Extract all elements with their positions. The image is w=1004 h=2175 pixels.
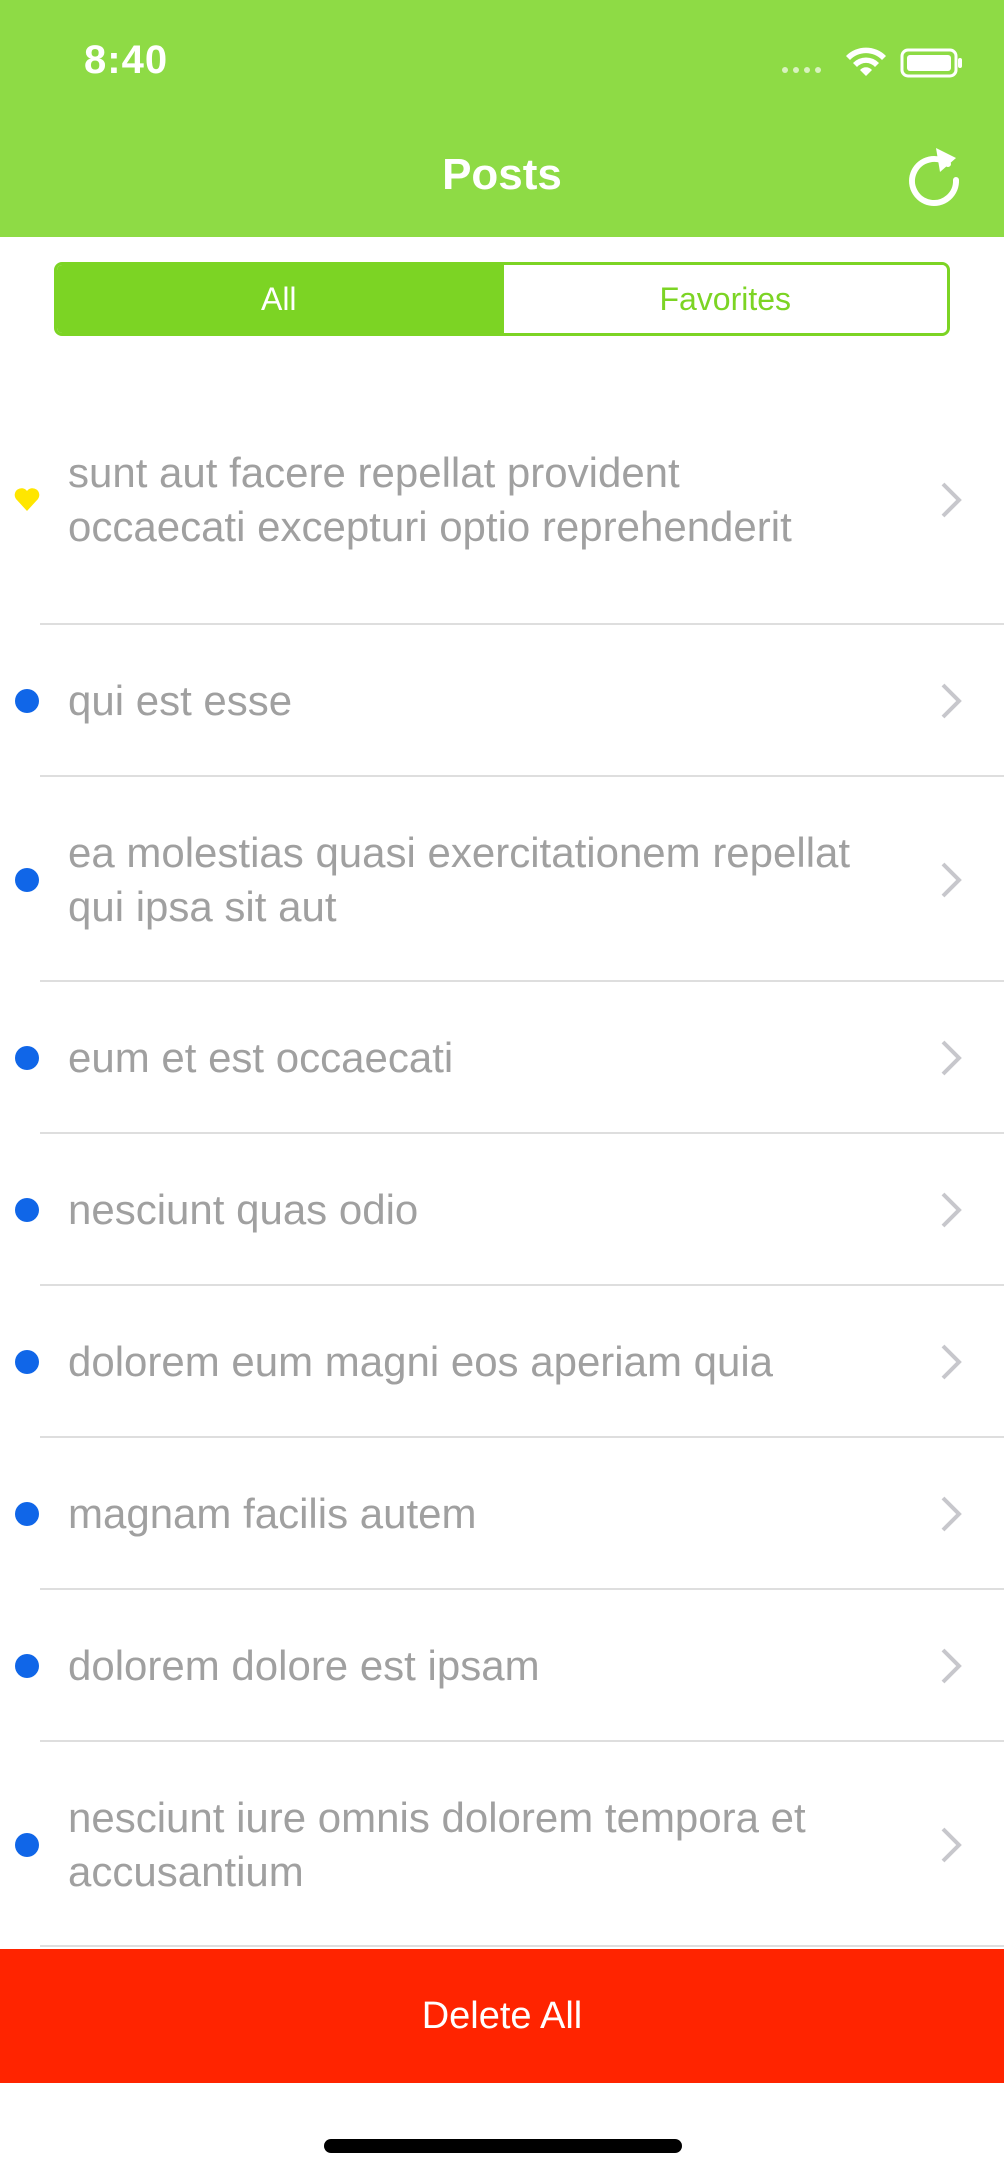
- list-item[interactable]: nesciunt iure omnis dolorem tempora et a…: [0, 1742, 1004, 1947]
- wifi-icon: [846, 47, 886, 76]
- list-item[interactable]: dolorem eum magni eos aperiam quia: [0, 1286, 1004, 1438]
- post-title: dolorem eum magni eos aperiam quia: [68, 1338, 774, 1385]
- page-title: Posts: [442, 150, 562, 199]
- signal-icon: [782, 67, 821, 73]
- chevron-right-icon: [941, 683, 962, 719]
- post-title: sunt aut facere repellat provident occae…: [68, 449, 792, 550]
- post-title: nesciunt iure omnis dolorem tempora et a…: [68, 1793, 806, 1895]
- chevron-right-icon: [941, 862, 962, 897]
- post-title: qui est esse: [68, 677, 293, 724]
- chevron-right-icon: [941, 482, 962, 518]
- list-item[interactable]: sunt aut facere repellat provident occae…: [0, 375, 1004, 625]
- post-title: eum et est occaecati: [68, 1034, 454, 1081]
- segment-all[interactable]: All: [57, 265, 501, 333]
- delete-all-button[interactable]: Delete All: [0, 1949, 1004, 2083]
- list-item[interactable]: dolorem dolore est ipsam: [0, 1590, 1004, 1742]
- favorite-heart-icon: [14, 488, 40, 511]
- chevron-right-icon: [941, 1192, 962, 1228]
- chevron-right-icon: [941, 1827, 962, 1862]
- segmented-control: All Favorites: [54, 262, 950, 336]
- posts-list: sunt aut facere repellat provident occae…: [0, 375, 1004, 1947]
- unread-dot-icon: [15, 1654, 39, 1678]
- unread-dot-icon: [15, 867, 39, 892]
- list-item[interactable]: nesciunt quas odio: [0, 1134, 1004, 1286]
- status-time: 8:40: [84, 38, 169, 82]
- unread-dot-icon: [15, 689, 39, 713]
- chevron-right-icon: [941, 1344, 962, 1380]
- post-title: dolorem dolore est ipsam: [68, 1642, 540, 1689]
- chevron-right-icon: [941, 1648, 962, 1684]
- post-title: nesciunt quas odio: [68, 1186, 419, 1233]
- chevron-right-icon: [941, 1040, 962, 1076]
- battery-icon: [900, 48, 962, 78]
- post-title: ea molestias quasi exercitationem repell…: [68, 828, 851, 930]
- segment-favorites[interactable]: Favorites: [500, 265, 947, 333]
- list-item[interactable]: qui est esse: [0, 625, 1004, 777]
- row-divider: [40, 1945, 1004, 1947]
- list-item[interactable]: eum et est occaecati: [0, 982, 1004, 1134]
- unread-dot-icon: [15, 1350, 39, 1374]
- navigation-header: 8:40 Posts: [0, 0, 1004, 237]
- unread-dot-icon: [15, 1832, 39, 1857]
- list-item[interactable]: ea molestias quasi exercitationem repell…: [0, 777, 1004, 982]
- chevron-right-icon: [941, 1496, 962, 1532]
- refresh-icon[interactable]: [904, 142, 966, 208]
- unread-dot-icon: [15, 1198, 39, 1222]
- status-indicators: [782, 47, 962, 78]
- list-item[interactable]: magnam facilis autem: [0, 1438, 1004, 1590]
- unread-dot-icon: [15, 1046, 39, 1070]
- home-indicator[interactable]: [324, 2139, 682, 2153]
- post-title: magnam facilis autem: [68, 1490, 477, 1537]
- unread-dot-icon: [15, 1502, 39, 1526]
